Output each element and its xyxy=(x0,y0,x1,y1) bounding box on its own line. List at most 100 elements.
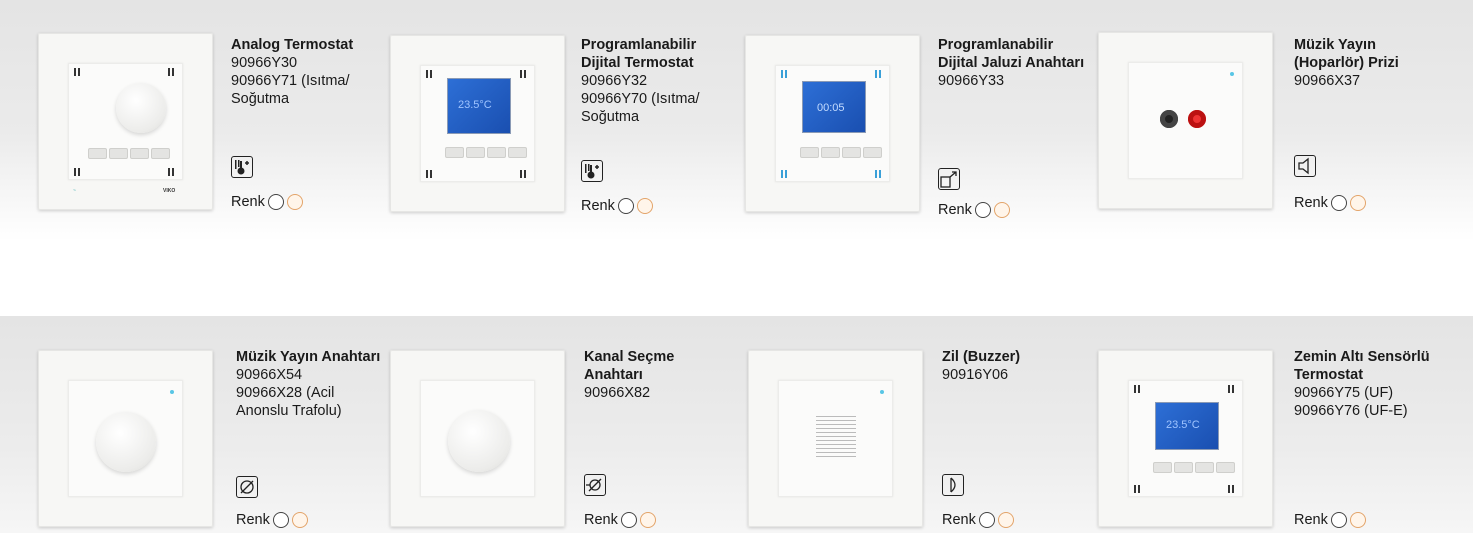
product-image-plate: 00:05 xyxy=(745,35,920,212)
thermostat-icon xyxy=(581,160,603,182)
device-face: 23.5°C xyxy=(1128,380,1243,497)
mount-clip xyxy=(875,70,881,78)
blind-icon xyxy=(938,168,960,190)
color-beige-swatch[interactable] xyxy=(286,194,303,210)
buzzer-icon xyxy=(942,474,964,496)
lcd-readout: 23.5°C xyxy=(1166,419,1200,431)
product-info: Programlanabilir Dijital Jaluzi Anahtarı… xyxy=(938,36,1088,90)
control-buttons xyxy=(1153,462,1235,473)
color-beige-swatch[interactable] xyxy=(639,512,656,528)
renk-label: Renk xyxy=(584,512,618,528)
device-face: 00:05 xyxy=(775,65,890,182)
color-beige-swatch[interactable] xyxy=(1349,195,1366,211)
speaker-terminal-red xyxy=(1188,110,1206,128)
product-code: 90966X37 xyxy=(1294,73,1361,89)
renk-label: Renk xyxy=(231,194,265,210)
color-white-swatch[interactable] xyxy=(272,512,289,528)
mount-clip xyxy=(1228,385,1234,393)
product-code: 90966X54 xyxy=(236,367,303,383)
product-info: Analog Termostat 90966Y30 90966Y71 (Isıt… xyxy=(231,36,381,108)
mount-clip xyxy=(426,70,432,78)
color-beige-swatch[interactable] xyxy=(636,198,653,214)
renk-label: Renk xyxy=(938,202,972,218)
product-code: 90966Y75 (UF) xyxy=(1294,385,1394,401)
lcd-display: 23.5°C xyxy=(1155,402,1219,450)
device-face xyxy=(1128,62,1243,179)
lcd-display: 23.5°C xyxy=(447,78,511,134)
product-info: Kanal Seçme Anahtarı 90966X82 xyxy=(584,348,734,402)
product-code: 90966X82 xyxy=(584,385,651,401)
product-info: Müzik Yayın Anahtarı 90966X54 90966X28 (… xyxy=(236,348,386,420)
renk-label: Renk xyxy=(581,198,615,214)
mount-clip xyxy=(74,68,80,76)
product-info: Zemin Altı Sensörlü Termostat 90966Y75 (… xyxy=(1294,348,1469,420)
thermostat-icon xyxy=(231,156,253,178)
product-name: Müzik Yayın Anahtarı xyxy=(236,349,381,365)
mount-clip xyxy=(74,168,80,176)
mount-clip xyxy=(1134,385,1140,393)
mount-clip xyxy=(781,70,787,78)
dimmer-icon xyxy=(236,476,258,498)
color-white-swatch[interactable] xyxy=(620,512,637,528)
product-info: Zil (Buzzer) 90916Y06 xyxy=(942,348,1092,384)
mount-clip xyxy=(520,70,526,78)
product-code: 90966Y71 (Isıtma/ Soğutma xyxy=(231,73,350,107)
product-code: 90966Y76 (UF-E) xyxy=(1294,403,1408,419)
product-image-plate xyxy=(1098,32,1273,209)
color-beige-swatch[interactable] xyxy=(1349,512,1366,528)
renk-label: Renk xyxy=(236,512,270,528)
mount-clip xyxy=(426,170,432,178)
color-options: Renk xyxy=(1294,512,1366,528)
channel-switch-icon xyxy=(584,474,606,496)
lcd-readout: 23.5°C xyxy=(458,99,492,111)
color-beige-swatch[interactable] xyxy=(993,202,1010,218)
mount-clip xyxy=(168,168,174,176)
color-white-swatch[interactable] xyxy=(978,512,995,528)
mount-clip xyxy=(520,170,526,178)
renk-label: Renk xyxy=(1294,195,1328,211)
product-name: Kanal Seçme Anahtarı xyxy=(584,349,675,383)
renk-label: Renk xyxy=(942,512,976,528)
renk-label: Renk xyxy=(1294,512,1328,528)
color-options: Renk xyxy=(236,512,308,528)
speaker-icon xyxy=(1294,155,1316,177)
color-options: Renk xyxy=(231,194,303,210)
color-white-swatch[interactable] xyxy=(974,202,991,218)
volume-knob xyxy=(96,412,156,472)
color-options: Renk xyxy=(938,202,1010,218)
color-options: Renk xyxy=(942,512,1014,528)
product-name: Analog Termostat xyxy=(231,37,354,53)
color-white-swatch[interactable] xyxy=(267,194,284,210)
status-led xyxy=(880,390,884,394)
product-name: Zil (Buzzer) xyxy=(942,349,1021,365)
color-beige-swatch[interactable] xyxy=(291,512,308,528)
mount-clip xyxy=(1228,485,1234,493)
product-name: Müzik Yayın (Hoparlör) Prizi xyxy=(1294,37,1399,71)
color-beige-swatch[interactable] xyxy=(997,512,1014,528)
product-name: Zemin Altı Sensörlü Termostat xyxy=(1294,349,1430,383)
device-face xyxy=(420,380,535,497)
product-image-plate xyxy=(38,350,213,527)
product-image-plate xyxy=(390,350,565,527)
product-name: Programlanabilir Dijital Termostat xyxy=(581,37,697,71)
product-code: 90966Y70 (Isıtma/ Soğutma xyxy=(581,91,700,125)
control-buttons xyxy=(800,147,882,158)
speaker-terminal-black xyxy=(1160,110,1178,128)
product-code: 90966X28 (Acil Anonslu Trafolu) xyxy=(236,385,342,419)
color-white-swatch[interactable] xyxy=(617,198,634,214)
color-white-swatch[interactable] xyxy=(1330,195,1347,211)
brand-logo: ~ xyxy=(73,188,76,194)
device-face: 23.5°C xyxy=(420,65,535,182)
device-face xyxy=(68,380,183,497)
product-image-plate xyxy=(748,350,923,527)
lcd-display: 00:05 xyxy=(802,81,866,133)
viko-logo: VIKO xyxy=(163,188,176,194)
color-options: Renk xyxy=(584,512,656,528)
color-white-swatch[interactable] xyxy=(1330,512,1347,528)
mode-buttons xyxy=(88,148,170,159)
lcd-readout: 00:05 xyxy=(817,102,845,114)
product-code: 90966Y32 xyxy=(581,73,648,89)
product-code: 90966Y30 xyxy=(231,55,298,71)
product-code: 90966Y33 xyxy=(938,73,1005,89)
mount-clip xyxy=(875,170,881,178)
